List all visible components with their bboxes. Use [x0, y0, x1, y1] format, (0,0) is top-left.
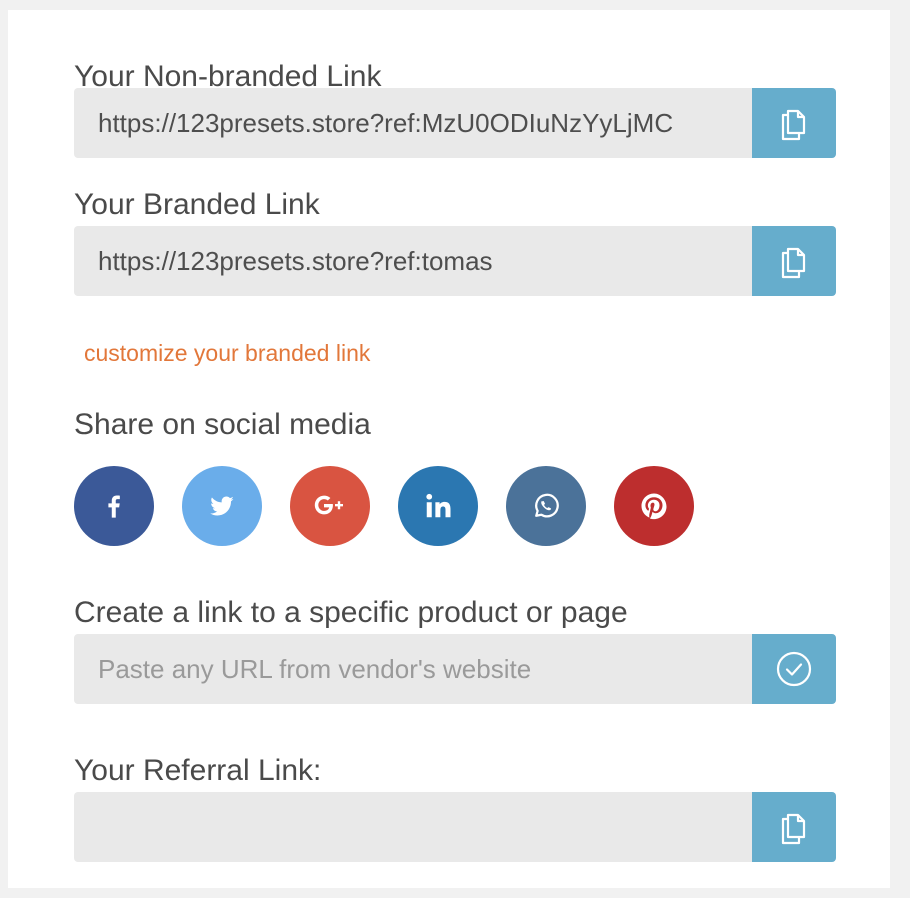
copy-referral-link-button[interactable]	[752, 792, 836, 862]
non-branded-link-field[interactable]: https://123presets.store?ref:MzU0ODIuNzY…	[74, 88, 752, 158]
branded-link-label: Your Branded Link	[74, 188, 320, 221]
branded-link-value[interactable]: https://123presets.store?ref:tomas	[98, 246, 493, 277]
referral-link-label: Your Referral Link:	[74, 754, 322, 787]
share-pinterest-button[interactable]	[614, 466, 694, 546]
customize-branded-link[interactable]: customize your branded link	[84, 340, 370, 367]
copy-branded-link-button[interactable]	[752, 226, 836, 296]
share-social-label: Share on social media	[74, 408, 371, 441]
product-link-row	[74, 634, 836, 704]
product-url-input[interactable]	[98, 653, 728, 685]
non-branded-link-row: https://123presets.store?ref:MzU0ODIuNzY…	[74, 88, 836, 158]
copy-icon	[774, 103, 814, 143]
non-branded-link-value[interactable]: https://123presets.store?ref:MzU0ODIuNzY…	[98, 108, 673, 139]
create-product-link-button[interactable]	[752, 634, 836, 704]
facebook-icon	[100, 492, 128, 520]
product-url-field[interactable]	[74, 634, 752, 704]
share-whatsapp-button[interactable]	[506, 466, 586, 546]
branded-link-row: https://123presets.store?ref:tomas	[74, 226, 836, 296]
google-plus-icon	[313, 489, 347, 523]
social-share-buttons	[74, 466, 694, 546]
check-circle-icon	[774, 649, 814, 689]
share-linkedin-button[interactable]	[398, 466, 478, 546]
twitter-icon	[208, 492, 236, 520]
share-google-plus-button[interactable]	[290, 466, 370, 546]
product-link-label: Create a link to a specific product or p…	[74, 596, 628, 629]
pinterest-icon	[639, 491, 669, 521]
referral-link-row	[74, 792, 836, 862]
share-twitter-button[interactable]	[182, 466, 262, 546]
copy-icon	[774, 807, 814, 847]
linkedin-icon	[423, 491, 453, 521]
referral-link-field[interactable]	[74, 792, 752, 862]
copy-icon	[774, 241, 814, 281]
copy-non-branded-link-button[interactable]	[752, 88, 836, 158]
branded-link-field[interactable]: https://123presets.store?ref:tomas	[74, 226, 752, 296]
share-facebook-button[interactable]	[74, 466, 154, 546]
affiliate-links-card: Your Non-branded Link https://123presets…	[8, 10, 890, 888]
whatsapp-icon	[531, 491, 561, 521]
